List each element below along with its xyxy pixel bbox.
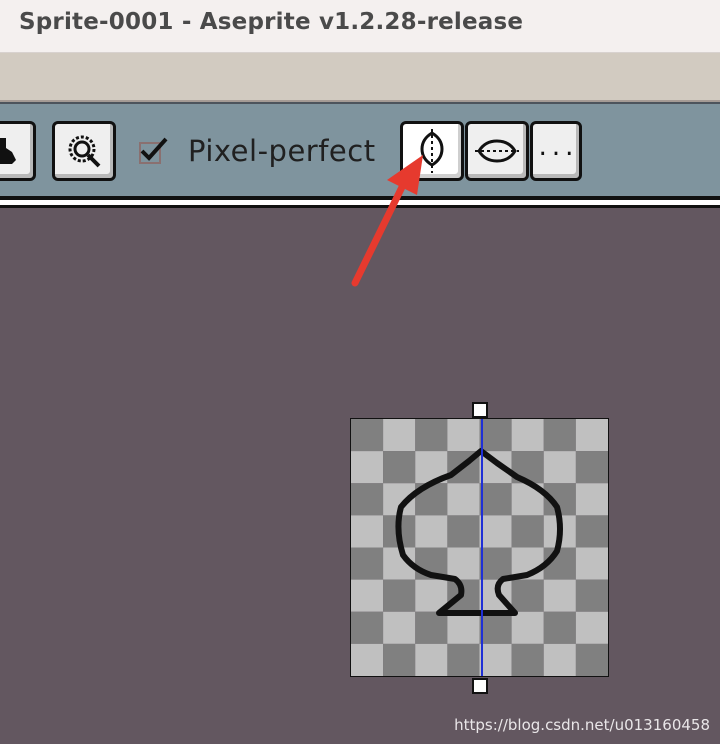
menu-bar [0, 53, 720, 102]
magnifier-icon [68, 135, 101, 168]
ink-drop-icon [0, 138, 16, 164]
spade-drawing [395, 419, 563, 676]
window-title: Sprite-0001 - Aseprite v1.2.28-release [19, 9, 524, 35]
horizontal-symmetry-icon [475, 139, 519, 163]
pixel-perfect-checkbox[interactable] [136, 133, 172, 169]
symmetry-options-button[interactable]: ... [530, 121, 582, 181]
symmetry-handle-bottom[interactable] [472, 678, 488, 694]
sample-button[interactable] [52, 121, 116, 181]
horizontal-symmetry-button[interactable] [465, 121, 529, 181]
ink-button[interactable] [0, 121, 36, 181]
check-mark-icon [140, 137, 168, 161]
sprite-canvas[interactable] [350, 418, 609, 677]
window-titlebar: Sprite-0001 - Aseprite v1.2.28-release [0, 0, 720, 53]
annotation-arrow-icon [351, 155, 423, 287]
watermark: https://blog.csdn.net/u013160458 [454, 716, 710, 734]
more-button-label: ... [536, 135, 576, 161]
symmetry-handle-top[interactable] [472, 402, 488, 418]
